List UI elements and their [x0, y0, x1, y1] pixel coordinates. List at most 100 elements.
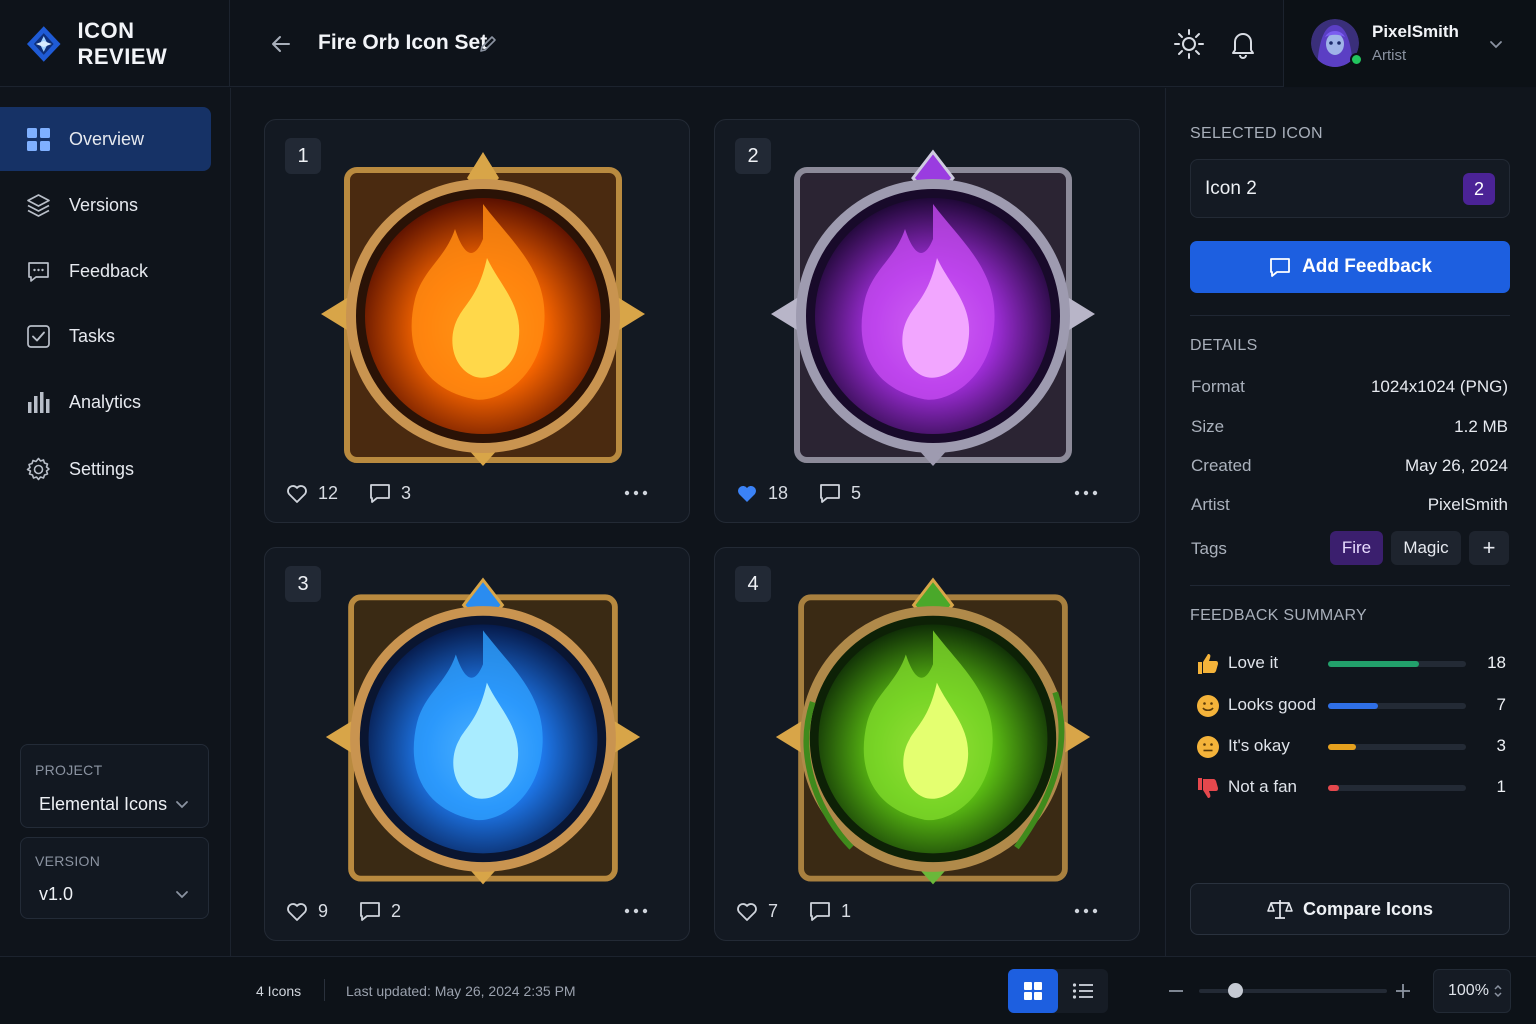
- like-button[interactable]: 18: [735, 481, 788, 505]
- feedback-bar-fill: [1328, 744, 1356, 750]
- divider: [1190, 315, 1510, 316]
- details-heading: DETAILS: [1190, 337, 1258, 354]
- tag-fire[interactable]: Fire: [1330, 531, 1383, 565]
- last-updated: Last updated: May 26, 2024 2:35 PM: [346, 983, 576, 999]
- scale-icon: [1267, 900, 1293, 919]
- card-footer: 9 2: [285, 896, 669, 926]
- page-title: Fire Orb Icon Set: [318, 31, 488, 54]
- feedback-label: Looks good: [1228, 695, 1316, 714]
- comment-button[interactable]: 5: [818, 481, 861, 505]
- fire-orb-purple-image: [771, 149, 1095, 466]
- project-select-label: PROJECT: [35, 762, 103, 778]
- chevron-up-down-icon: [1494, 984, 1502, 998]
- comment-icon: [360, 902, 380, 921]
- view-toggle: [1008, 969, 1108, 1013]
- comment-button[interactable]: 2: [358, 899, 401, 923]
- feedback-row-good: Looks good 7: [1196, 694, 1508, 718]
- comment-icon: [370, 484, 390, 503]
- comment-count: 2: [391, 900, 402, 921]
- feedback-summary-heading: FEEDBACK SUMMARY: [1190, 607, 1367, 624]
- list-icon: [1072, 983, 1093, 999]
- selected-icon-heading: SELECTED ICON: [1190, 125, 1323, 142]
- zoom-out-icon[interactable]: [1166, 981, 1186, 1001]
- zoom-level-select[interactable]: 100%: [1433, 969, 1511, 1013]
- neutral-face-icon: [1197, 736, 1219, 758]
- sidebar-item-label: Analytics: [69, 391, 142, 412]
- grid-view-button[interactable]: [1008, 969, 1058, 1013]
- sidebar-item-versions[interactable]: Versions: [0, 173, 211, 237]
- sidebar-item-label: Overview: [69, 128, 145, 149]
- sidebar-item-tasks[interactable]: Tasks: [0, 304, 211, 368]
- feedback-label: Not a fan: [1228, 777, 1297, 796]
- sidebar-item-feedback[interactable]: Feedback: [0, 239, 211, 303]
- compare-icons-button[interactable]: Compare Icons: [1190, 883, 1510, 935]
- sidebar-item-overview[interactable]: Overview: [0, 107, 211, 171]
- tag-magic[interactable]: Magic: [1391, 531, 1461, 565]
- sidebar: Overview Versions Feedback Tasks Analyti…: [0, 88, 231, 956]
- chat-icon: [28, 261, 49, 282]
- detail-value: 1024x1024 (PNG): [1370, 377, 1508, 396]
- detail-row-size: Size 1.2 MB: [1190, 417, 1508, 439]
- feedback-bar-fill: [1328, 703, 1378, 709]
- icon-card-3[interactable]: 3 9 2: [264, 547, 690, 941]
- heart-icon: [737, 903, 757, 921]
- status-bar: 4 Icons Last updated: May 26, 2024 2:35 …: [0, 956, 1536, 1024]
- fire-orb-orange-image: [321, 152, 645, 466]
- layers-icon: [27, 193, 50, 217]
- feedback-count: 3: [1496, 736, 1506, 755]
- brand: ICON REVIEW: [0, 0, 230, 87]
- zoom-slider-thumb[interactable]: [1228, 983, 1243, 998]
- add-feedback-label: Add Feedback: [1302, 256, 1432, 277]
- sidebar-item-analytics[interactable]: Analytics: [0, 370, 211, 434]
- top-bar: ICON REVIEW Fire Orb Icon Set PixelSmith…: [0, 0, 1536, 87]
- card-footer: 7 1: [735, 896, 1119, 926]
- detail-row-artist: Artist PixelSmith: [1190, 495, 1508, 517]
- heart-icon: [287, 485, 307, 503]
- user-menu[interactable]: PixelSmith Artist: [1283, 0, 1536, 87]
- pencil-icon[interactable]: [478, 34, 498, 54]
- more-options-icon[interactable]: [623, 899, 649, 923]
- like-count: 18: [768, 482, 789, 503]
- thumbs-down-icon: [1198, 778, 1218, 798]
- tags-label: Tags: [1191, 539, 1227, 558]
- bell-icon[interactable]: [1228, 28, 1258, 60]
- sun-icon[interactable]: [1173, 28, 1205, 60]
- feedback-bar-fill: [1328, 785, 1340, 791]
- user-role: Artist: [1372, 47, 1407, 64]
- add-feedback-button[interactable]: Add Feedback: [1190, 241, 1510, 293]
- like-button[interactable]: 7: [735, 899, 778, 923]
- chevron-down-icon: [176, 801, 188, 809]
- icon-card-4[interactable]: 4 7 1: [714, 547, 1140, 941]
- icon-card-1[interactable]: 1 12 3: [264, 119, 690, 523]
- list-view-button[interactable]: [1058, 969, 1108, 1013]
- sidebar-item-label: Tasks: [69, 325, 116, 346]
- back-arrow-icon[interactable]: [268, 31, 294, 57]
- like-button[interactable]: 12: [285, 481, 338, 505]
- more-options-icon[interactable]: [1073, 899, 1099, 923]
- chevron-down-icon[interactable]: [1488, 36, 1504, 52]
- project-select[interactable]: PROJECT Elemental Icons: [20, 744, 209, 828]
- zoom-in-icon[interactable]: [1393, 981, 1413, 1001]
- details-panel: SELECTED ICON Icon 2 2 Add Feedback DETA…: [1165, 88, 1536, 956]
- comment-button[interactable]: 1: [808, 899, 851, 923]
- more-options-icon[interactable]: [623, 481, 649, 505]
- chevron-down-icon: [176, 891, 188, 899]
- comment-button[interactable]: 3: [368, 481, 411, 505]
- detail-key: Created: [1191, 456, 1252, 475]
- like-count: 7: [768, 900, 779, 921]
- icon-number-badge: 2: [735, 138, 771, 174]
- smile-icon: [1197, 695, 1219, 717]
- icon-card-2[interactable]: 2 18 5: [714, 119, 1140, 523]
- checkbox-icon: [27, 324, 50, 348]
- icon-number-badge: 4: [735, 566, 771, 602]
- add-tag-button[interactable]: +: [1469, 531, 1509, 565]
- feedback-bar-track: [1328, 744, 1466, 750]
- feedback-count: 7: [1496, 695, 1506, 714]
- like-button[interactable]: 9: [285, 899, 328, 923]
- feedback-label: It's okay: [1228, 736, 1290, 755]
- more-options-icon[interactable]: [1073, 481, 1099, 505]
- feedback-bar-fill: [1328, 661, 1420, 667]
- sidebar-item-settings[interactable]: Settings: [0, 437, 211, 501]
- version-select[interactable]: VERSION v1.0: [20, 837, 209, 919]
- selected-icon-number-badge: 2: [1463, 173, 1495, 205]
